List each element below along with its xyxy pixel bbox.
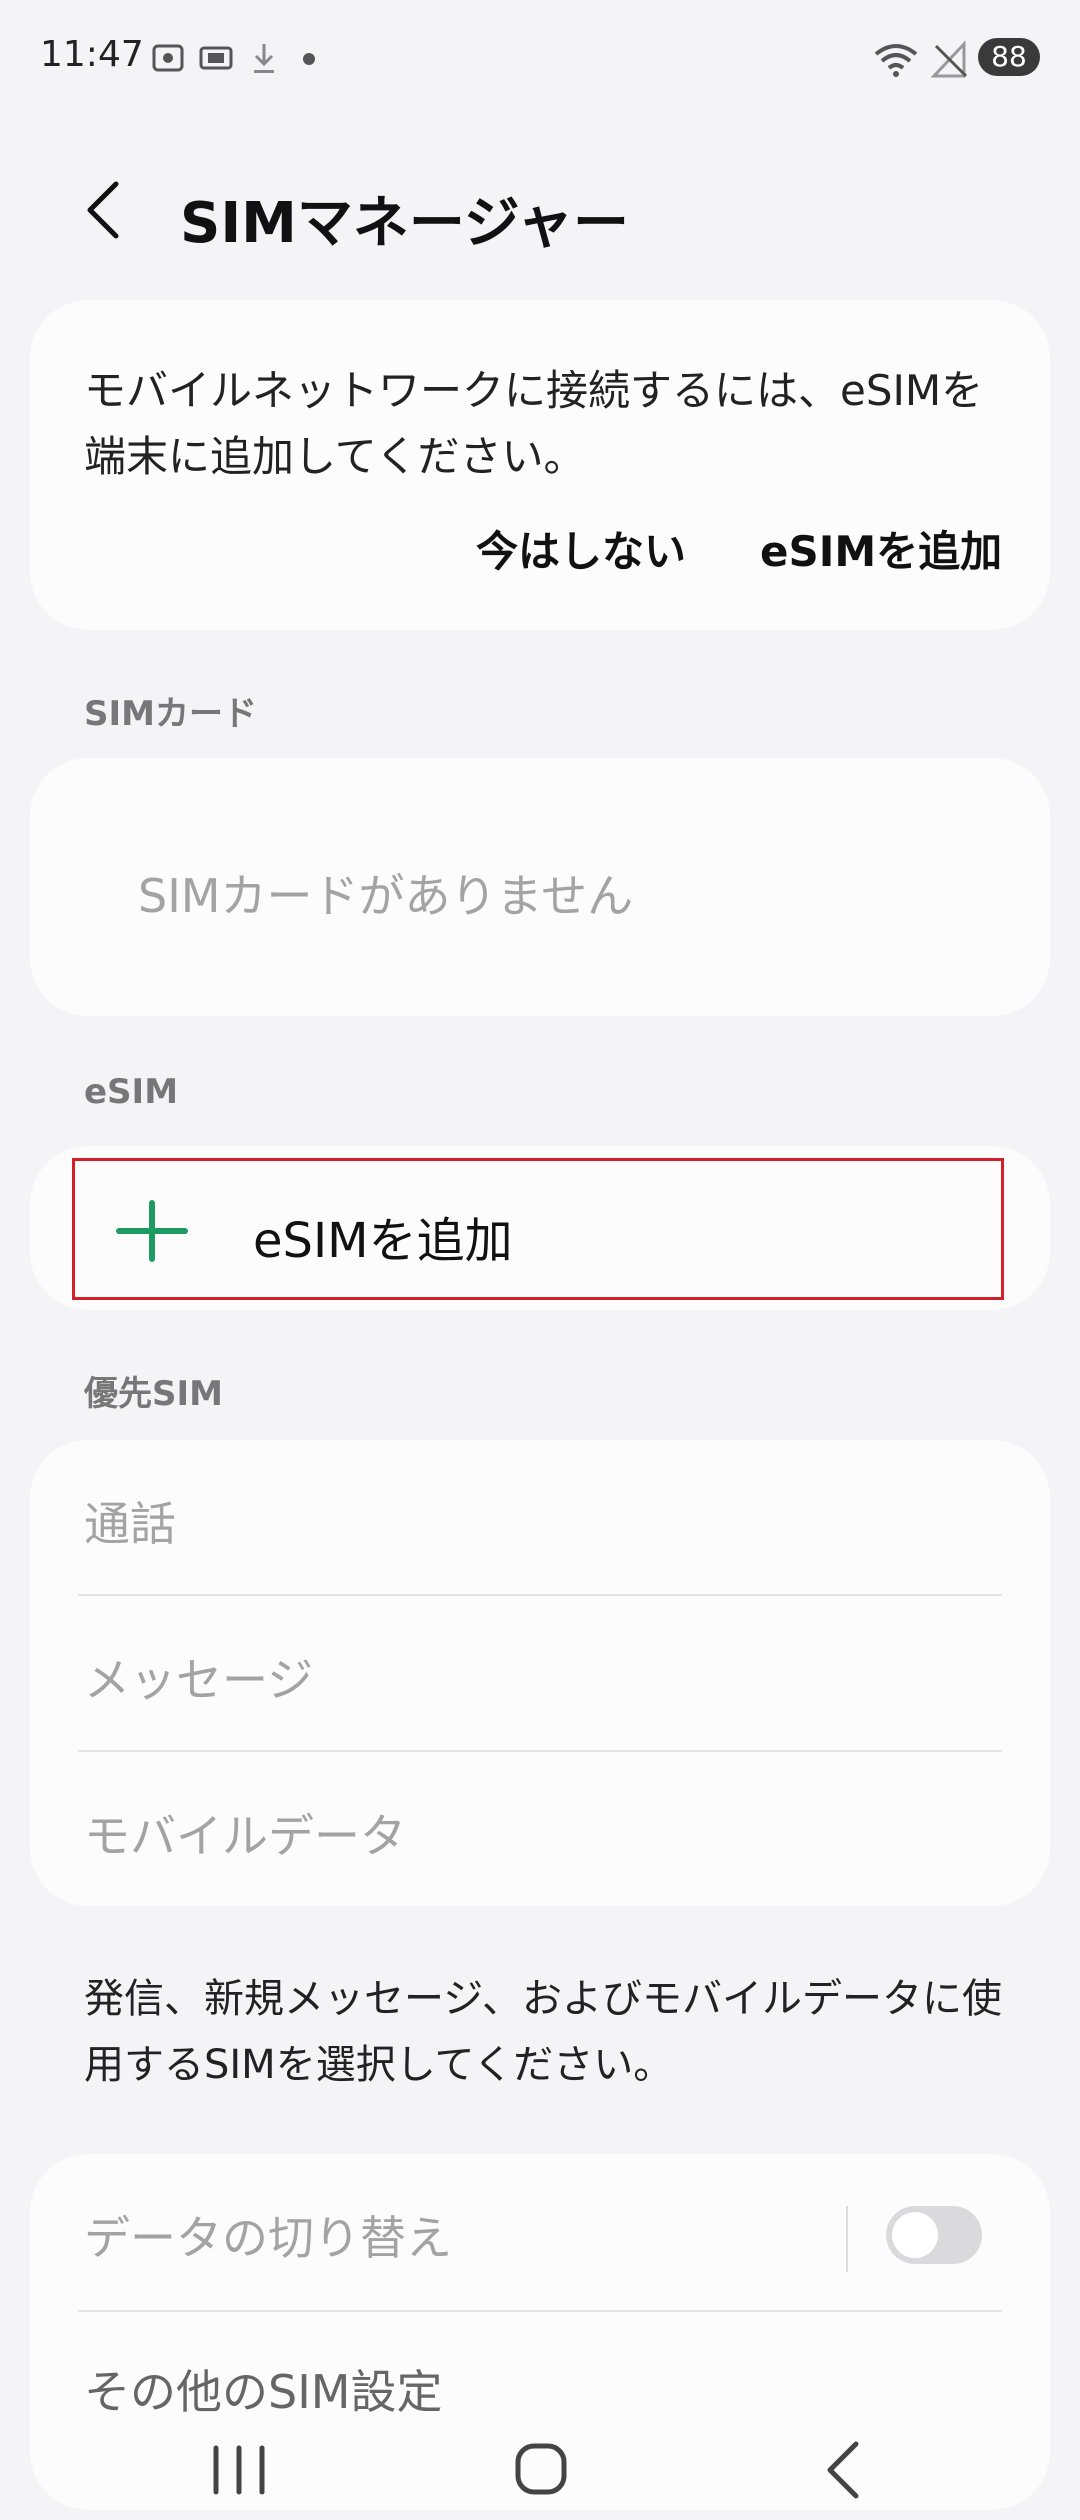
sim-card-card: SIMカードがありません (30, 758, 1050, 1016)
add-esim-label: eSIMを追加 (253, 1213, 513, 1269)
preferred-sim-card: 通話 メッセージ モバイルデータ (30, 1440, 1050, 1906)
divider (78, 1594, 1002, 1596)
no-signal-icon (930, 40, 968, 78)
page-title: SIMマネージャー (180, 191, 629, 256)
preferred-sim-section-label: 優先SIM (84, 1374, 223, 1414)
recent-apps-icon[interactable] (194, 2430, 284, 2510)
back-nav-icon[interactable] (800, 2430, 890, 2510)
preferred-sim-note: 発信、新規メッセージ、およびモバイルデータに使用するSIMを選択してください。 (84, 1976, 1002, 2088)
add-esim-button[interactable]: eSIMを追加 (72, 1158, 1004, 1300)
data-switch-label[interactable]: データの切り替え (84, 2202, 452, 2268)
esim-card: eSIMを追加 (30, 1146, 1050, 1310)
data-switch-toggle[interactable] (886, 2206, 982, 2264)
preferred-item-calls[interactable]: 通話 (84, 1488, 176, 1554)
screenshot-icon (152, 44, 184, 72)
status-bar: 11:47 88 (0, 0, 1080, 120)
navigation-bar (0, 2410, 1080, 2520)
back-icon[interactable] (72, 170, 132, 250)
vertical-divider (846, 2206, 848, 2272)
preferred-item-mobile-data[interactable]: モバイルデータ (84, 1800, 406, 1866)
status-time: 11:47 (40, 34, 144, 75)
plus-icon (116, 1200, 188, 1262)
home-icon[interactable] (496, 2430, 586, 2510)
download-icon (254, 44, 274, 73)
dot-icon (303, 53, 315, 65)
notice-message: モバイルネットワークに接続するには、eSIMを端末に追加してください。 (84, 366, 984, 481)
esim-notice-card: モバイルネットワークに接続するには、eSIMを端末に追加してください。 今はしな… (30, 300, 1050, 630)
wifi-icon (874, 44, 918, 77)
no-sim-card-text: SIMカードがありません (138, 869, 634, 923)
preferred-item-messages[interactable]: メッセージ (84, 1644, 313, 1710)
notice-add-esim-button[interactable]: eSIMを追加 (760, 518, 1002, 579)
not-now-button[interactable]: 今はしない (476, 518, 686, 579)
divider (78, 2310, 1002, 2312)
sim-card-section-label: SIMカード (84, 694, 257, 734)
screen-record-icon (199, 46, 233, 70)
toggle-knob (892, 2212, 938, 2258)
divider (78, 1750, 1002, 1752)
battery-indicator: 88 (978, 38, 1040, 76)
esim-section-label: eSIM (84, 1072, 179, 1112)
